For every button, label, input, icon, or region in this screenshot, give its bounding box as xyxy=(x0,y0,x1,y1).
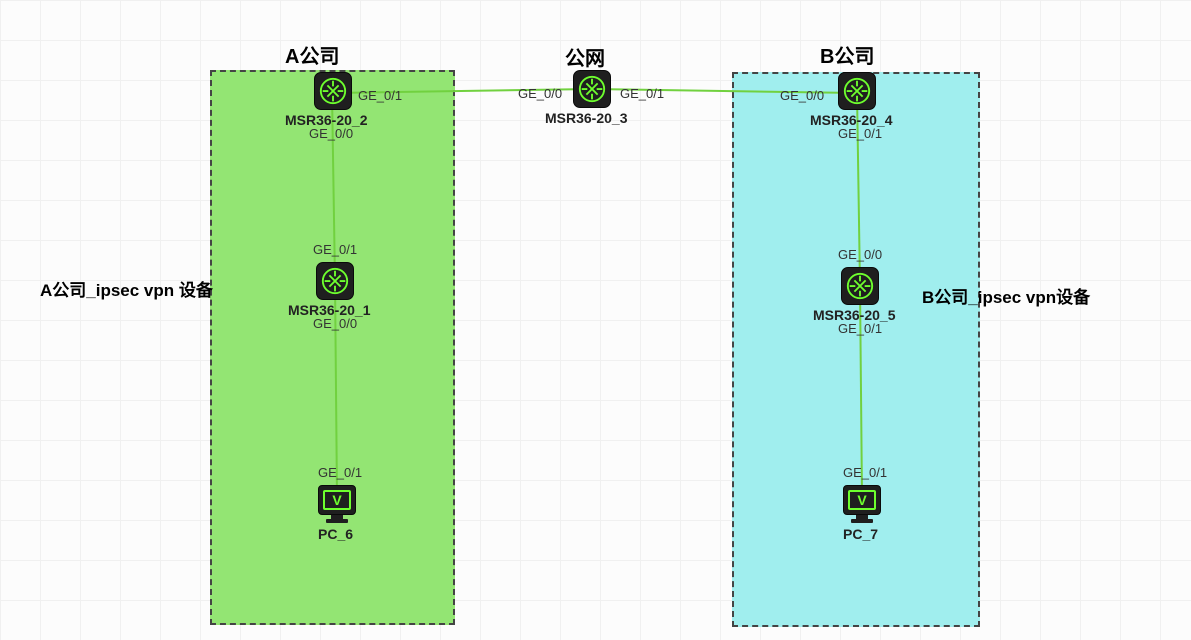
port-r2-ge01: GE_0/1 xyxy=(358,88,402,103)
port-r1-ge01: GE_0/1 xyxy=(313,242,357,257)
port-r4-ge01: GE_0/1 xyxy=(838,126,882,141)
title-public: 公网 xyxy=(565,42,605,71)
port-pc7-ge01: GE_0/1 xyxy=(843,465,887,480)
port-r5-ge00: GE_0/0 xyxy=(838,247,882,262)
port-r4-ge00: GE_0/0 xyxy=(780,88,824,103)
topology-canvas[interactable]: A公司 公网 B公司 A公司_ipsec vpn 设备 B公司_ipsec vp… xyxy=(0,0,1191,640)
port-r3-ge01: GE_0/1 xyxy=(620,86,664,101)
router-msr36-20-2[interactable] xyxy=(314,72,352,110)
label-r3: MSR36-20_3 xyxy=(545,110,628,126)
router-msr36-20-4[interactable] xyxy=(838,72,876,110)
title-company-b: B公司 xyxy=(820,40,874,69)
port-r5-ge01: GE_0/1 xyxy=(838,321,882,336)
title-vpn-b: B公司_ipsec vpn设备 xyxy=(922,283,1090,308)
router-msr36-20-5[interactable] xyxy=(841,267,879,305)
title-vpn-a: A公司_ipsec vpn 设备 xyxy=(40,276,213,301)
zone-company-b xyxy=(732,72,980,627)
port-pc6-ge01: GE_0/1 xyxy=(318,465,362,480)
label-pc6: PC_6 xyxy=(318,526,353,542)
port-r3-ge00: GE_0/0 xyxy=(518,86,562,101)
pc-6[interactable]: V xyxy=(318,485,356,523)
port-r1-ge00: GE_0/0 xyxy=(313,316,357,331)
router-msr36-20-1[interactable] xyxy=(316,262,354,300)
port-r2-ge00: GE_0/0 xyxy=(309,126,353,141)
title-company-a: A公司 xyxy=(285,40,339,69)
pc-7[interactable]: V xyxy=(843,485,881,523)
label-pc7: PC_7 xyxy=(843,526,878,542)
router-msr36-20-3[interactable] xyxy=(573,70,611,108)
